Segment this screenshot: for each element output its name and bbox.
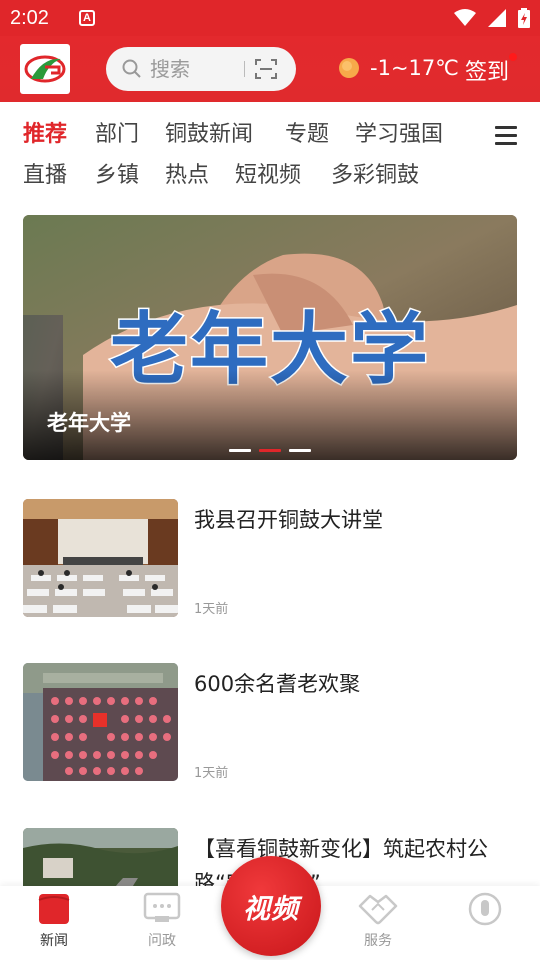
status-time: 2:02	[10, 6, 49, 29]
tab-live[interactable]: 直播	[23, 157, 67, 189]
tab-hot[interactable]: 热点	[165, 157, 209, 189]
nav-profile[interactable]	[455, 892, 515, 930]
search-input[interactable]	[150, 57, 240, 81]
carousel-indicators	[229, 449, 311, 452]
nav-label: 新闻	[40, 933, 68, 949]
video-button-label: 视频	[243, 893, 299, 925]
signin-red-dot	[508, 52, 518, 62]
banner-caption: 老年大学	[47, 411, 131, 435]
app-logo[interactable]	[20, 44, 70, 94]
news-time: 1天前	[194, 602, 229, 617]
news-thumbnail	[23, 499, 178, 617]
tab-recommend[interactable]: 推荐	[23, 116, 67, 148]
tab-towns[interactable]: 乡镇	[95, 157, 139, 189]
logo-icon	[24, 55, 66, 83]
notification-badge-icon: A	[78, 10, 95, 26]
search-bar[interactable]	[106, 47, 296, 91]
app-header: -1~17℃ 签到	[0, 36, 540, 102]
status-icons	[454, 8, 530, 28]
nav-label: 服务	[364, 933, 392, 949]
news-item[interactable]: 我县召开铜鼓大讲堂 1天前	[23, 499, 517, 617]
news-item[interactable]: 600余名耆老欢聚 1天前	[23, 663, 517, 781]
weather-temperature: -1~17℃	[370, 56, 459, 80]
carousel-dot[interactable]	[229, 449, 251, 452]
scan-icon[interactable]	[255, 59, 277, 79]
weather-sun-icon	[339, 58, 359, 78]
news-title: 我县召开铜鼓大讲堂	[194, 508, 383, 532]
handshake-icon	[358, 894, 398, 925]
tab-short-video[interactable]: 短视频	[235, 157, 301, 189]
app-root: { "status_bar": { "time": "2:02", "notif…	[0, 0, 540, 960]
menu-icon[interactable]	[495, 126, 517, 150]
tab-department[interactable]: 部门	[95, 116, 139, 148]
search-divider	[244, 61, 245, 77]
tab-colorful-tonggu[interactable]: 多彩铜鼓	[331, 157, 419, 189]
nav-services[interactable]: 服务	[348, 892, 408, 950]
nav-news[interactable]: 新闻	[24, 892, 84, 950]
tab-topics[interactable]: 专题	[285, 116, 329, 148]
carousel-dot-active[interactable]	[259, 449, 281, 452]
user-icon	[468, 892, 502, 926]
signal-icon	[488, 9, 506, 27]
signin-button[interactable]: 签到	[465, 54, 509, 86]
banner-carousel[interactable]: 老年大学 老年大学	[23, 215, 517, 460]
video-button[interactable]: 视频	[221, 856, 321, 956]
nav-inquiry[interactable]: 问政	[132, 892, 192, 950]
news-thumbnail	[23, 663, 178, 781]
news-title: 600余名耆老欢聚	[194, 672, 361, 696]
wifi-icon	[454, 9, 476, 26]
chat-icon	[143, 892, 181, 922]
news-time: 1天前	[194, 766, 229, 781]
status-bar: 2:02 A	[0, 0, 540, 36]
carousel-dot[interactable]	[289, 449, 311, 452]
tab-tonggu-news[interactable]: 铜鼓新闻	[165, 116, 253, 148]
news-icon	[38, 894, 70, 924]
tab-xuexi-qiangguo[interactable]: 学习强国	[355, 116, 443, 148]
weather-widget[interactable]: -1~17℃	[338, 56, 459, 80]
category-tabs: 推荐 部门 铜鼓新闻 专题 学习强国 直播 乡镇 热点 短视频 多彩铜鼓	[0, 102, 540, 198]
battery-icon	[518, 8, 530, 28]
search-icon	[122, 59, 141, 78]
nav-label: 问政	[148, 933, 176, 949]
